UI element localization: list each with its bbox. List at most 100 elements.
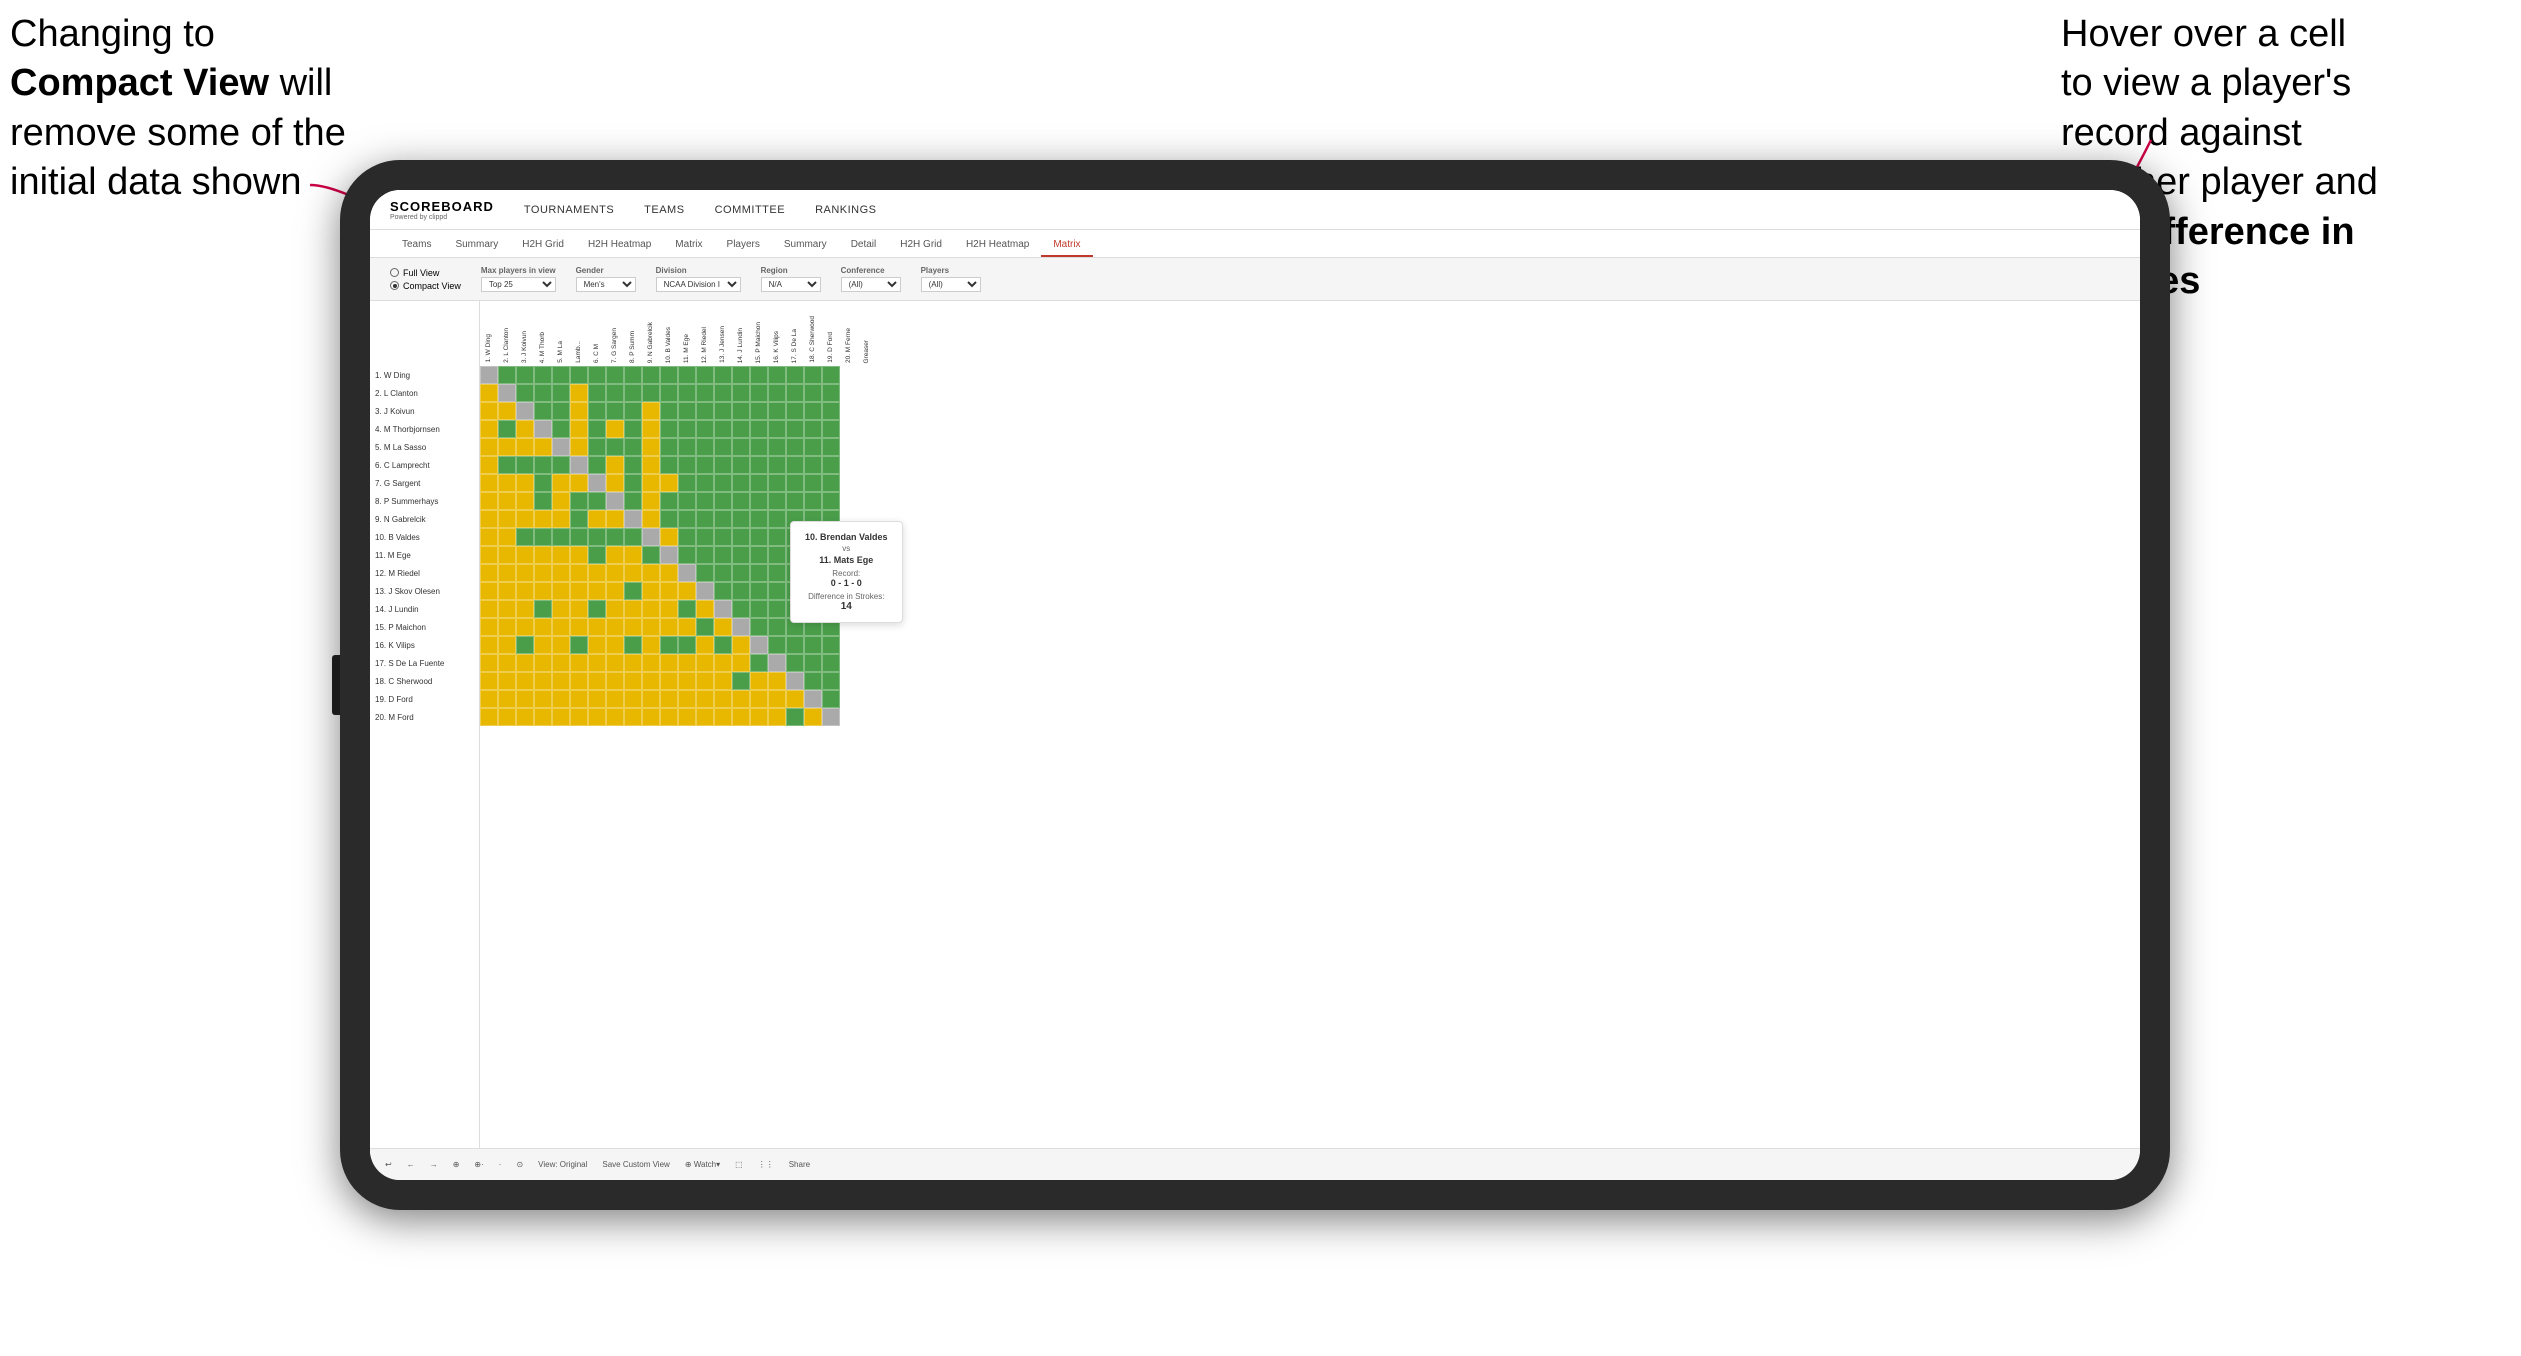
- grid-cell[interactable]: [588, 456, 606, 474]
- grid-cell[interactable]: [480, 672, 498, 690]
- grid-cell[interactable]: [786, 708, 804, 726]
- grid-cell[interactable]: [804, 456, 822, 474]
- grid-cell[interactable]: [642, 438, 660, 456]
- grid-cell[interactable]: [822, 690, 840, 708]
- grid-cell[interactable]: [714, 564, 732, 582]
- toolbar-share-icon[interactable]: ⬚: [735, 1160, 743, 1169]
- grid-cell[interactable]: [786, 690, 804, 708]
- grid-cell[interactable]: [678, 582, 696, 600]
- max-players-select[interactable]: Top 25: [481, 277, 556, 292]
- grid-cell[interactable]: [588, 546, 606, 564]
- grid-cell[interactable]: [534, 618, 552, 636]
- grid-cell[interactable]: [624, 438, 642, 456]
- grid-cell[interactable]: [642, 690, 660, 708]
- grid-cell[interactable]: [678, 366, 696, 384]
- grid-cell[interactable]: [750, 510, 768, 528]
- grid-cell[interactable]: [480, 708, 498, 726]
- grid-cell[interactable]: [588, 618, 606, 636]
- grid-cell[interactable]: [606, 528, 624, 546]
- grid-cell[interactable]: [534, 528, 552, 546]
- toolbar-view-original[interactable]: View: Original: [538, 1160, 587, 1169]
- grid-cell[interactable]: [786, 366, 804, 384]
- grid-cell[interactable]: [768, 384, 786, 402]
- grid-cell[interactable]: [516, 654, 534, 672]
- grid-cell[interactable]: [678, 384, 696, 402]
- nav-rankings[interactable]: RANKINGS: [815, 204, 876, 216]
- grid-cell[interactable]: [498, 510, 516, 528]
- grid-cell[interactable]: [552, 654, 570, 672]
- grid-cell[interactable]: [570, 366, 588, 384]
- grid-cell[interactable]: [840, 366, 858, 384]
- grid-cell[interactable]: [822, 420, 840, 438]
- toolbar-save-custom[interactable]: Save Custom View: [602, 1160, 669, 1169]
- grid-cell[interactable]: [606, 672, 624, 690]
- grid-cell[interactable]: [588, 402, 606, 420]
- toolbar-dot[interactable]: ·: [499, 1160, 502, 1169]
- grid-cell[interactable]: [660, 384, 678, 402]
- grid-cell[interactable]: [732, 420, 750, 438]
- grid-cell[interactable]: [552, 600, 570, 618]
- grid-cell[interactable]: [786, 456, 804, 474]
- grid-cell[interactable]: [660, 618, 678, 636]
- grid-cell[interactable]: [804, 420, 822, 438]
- gender-select[interactable]: Men's: [576, 277, 636, 292]
- grid-cell[interactable]: [588, 366, 606, 384]
- grid-cell[interactable]: [588, 492, 606, 510]
- grid-cell[interactable]: [858, 708, 876, 726]
- grid-cell[interactable]: [768, 420, 786, 438]
- grid-cell[interactable]: [624, 618, 642, 636]
- grid-cell[interactable]: [858, 492, 876, 510]
- grid-cell[interactable]: [678, 474, 696, 492]
- grid-cell[interactable]: [642, 564, 660, 582]
- grid-cell[interactable]: [588, 474, 606, 492]
- grid-cell[interactable]: [480, 420, 498, 438]
- grid-cell[interactable]: [642, 672, 660, 690]
- grid-cell[interactable]: [714, 492, 732, 510]
- grid-cell[interactable]: [768, 690, 786, 708]
- grid-cell[interactable]: [678, 510, 696, 528]
- grid-cell[interactable]: [678, 492, 696, 510]
- grid-cell[interactable]: [678, 456, 696, 474]
- grid-cell[interactable]: [804, 402, 822, 420]
- grid-cell[interactable]: [606, 420, 624, 438]
- grid-cell[interactable]: [696, 492, 714, 510]
- grid-cell[interactable]: [786, 492, 804, 510]
- grid-cell[interactable]: [804, 654, 822, 672]
- grid-cell[interactable]: [732, 690, 750, 708]
- grid-cell[interactable]: [480, 456, 498, 474]
- grid-cell[interactable]: [660, 438, 678, 456]
- grid-cell[interactable]: [768, 600, 786, 618]
- grid-cell[interactable]: [732, 636, 750, 654]
- subnav-h2hheatmap1[interactable]: H2H Heatmap: [576, 234, 663, 257]
- grid-cell[interactable]: [624, 636, 642, 654]
- grid-cell[interactable]: [480, 384, 498, 402]
- grid-cell[interactable]: [588, 654, 606, 672]
- grid-cell[interactable]: [516, 384, 534, 402]
- grid-cell[interactable]: [822, 438, 840, 456]
- grid-cell[interactable]: [588, 636, 606, 654]
- grid-cell[interactable]: [858, 672, 876, 690]
- grid-cell[interactable]: [804, 708, 822, 726]
- full-view-option[interactable]: Full View: [390, 268, 461, 278]
- subnav-matrix2[interactable]: Matrix: [1041, 234, 1092, 257]
- grid-cell[interactable]: [696, 708, 714, 726]
- grid-cell[interactable]: [840, 654, 858, 672]
- grid-cell[interactable]: [516, 618, 534, 636]
- grid-cell[interactable]: [660, 654, 678, 672]
- grid-cell[interactable]: [714, 690, 732, 708]
- grid-cell[interactable]: [606, 564, 624, 582]
- grid-cell[interactable]: [750, 546, 768, 564]
- grid-cell[interactable]: [858, 438, 876, 456]
- grid-cell[interactable]: [534, 690, 552, 708]
- grid-cell[interactable]: [624, 456, 642, 474]
- grid-cell[interactable]: [750, 456, 768, 474]
- grid-cell[interactable]: [642, 636, 660, 654]
- grid-cell[interactable]: [570, 618, 588, 636]
- grid-cell[interactable]: [840, 636, 858, 654]
- grid-cell[interactable]: [678, 690, 696, 708]
- grid-cell[interactable]: [606, 708, 624, 726]
- grid-cell[interactable]: [822, 402, 840, 420]
- grid-cell[interactable]: [498, 600, 516, 618]
- grid-cell[interactable]: [696, 600, 714, 618]
- grid-cell[interactable]: [498, 438, 516, 456]
